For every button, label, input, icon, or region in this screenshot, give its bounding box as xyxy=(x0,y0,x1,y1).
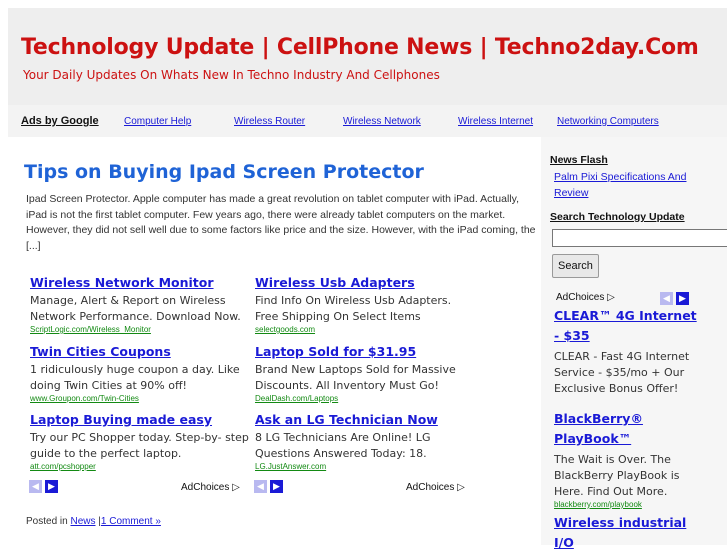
adchoices-link[interactable]: AdChoices ▷ xyxy=(406,482,465,493)
ad-url[interactable]: blackberry.com/playbook xyxy=(554,500,704,509)
news-flash-heading: News Flash xyxy=(550,154,608,166)
posted-in-label: Posted in xyxy=(26,516,68,527)
chevron-right-icon[interactable]: ▶ xyxy=(270,480,283,493)
post-meta: Posted in News |1 Comment » xyxy=(26,516,161,527)
ad-text: Brand New Laptops Sold for Massive Disco… xyxy=(255,363,456,392)
main-content: Tips on Buying Ipad Screen Protector Ipa… xyxy=(8,137,541,545)
ad-title[interactable]: Wireless Usb Adapters xyxy=(255,275,477,290)
ad-link-networking-computers[interactable]: Networking Computers xyxy=(557,116,659,127)
sidebar-ad-unit[interactable]: CLEAR™ 4G Internet - $35 CLEAR - Fast 4G… xyxy=(554,306,704,397)
ad-title[interactable]: Wireless industrial I/O xyxy=(554,513,704,553)
adchoices-link[interactable]: AdChoices ▷ xyxy=(181,482,240,493)
comments-link[interactable]: 1 Comment » xyxy=(101,516,161,527)
ad-unit[interactable]: Laptop Sold for $31.95 Brand New Laptops… xyxy=(255,344,477,403)
site-title[interactable]: Technology Update | CellPhone News | Tec… xyxy=(21,35,699,60)
sidebar: News Flash Palm Pixi Specifications And … xyxy=(541,137,727,550)
ad-url[interactable]: LG.JustAnswer.com xyxy=(255,462,477,471)
chevron-right-icon[interactable]: ▶ xyxy=(45,480,58,493)
ad-links-bar: Ads by Google Computer Help Wireless Rou… xyxy=(8,105,727,137)
ad-unit[interactable]: Ask an LG Technician Now 8 LG Technician… xyxy=(255,412,477,471)
ad-url[interactable]: att.com/pcshopper xyxy=(30,462,252,471)
news-flash-link[interactable]: Palm Pixi Specifications And Review xyxy=(554,169,714,201)
ad-unit[interactable]: Twin Cities Coupons 1 ridiculously huge … xyxy=(30,344,252,403)
post-excerpt: Ipad Screen Protector. Apple computer ha… xyxy=(26,193,536,252)
ad-text: The Wait is Over. The BlackBerry PlayBoo… xyxy=(554,453,680,498)
ad-link-wireless-internet[interactable]: Wireless Internet xyxy=(458,116,533,127)
ad-unit[interactable]: Wireless Network Monitor Manage, Alert &… xyxy=(30,275,252,334)
ad-url[interactable]: www.Groupon.com/Twin-Cities xyxy=(30,394,252,403)
chevron-left-icon[interactable]: ◀ xyxy=(254,480,267,493)
ad-text: 1 ridiculously huge coupon a day. Like d… xyxy=(30,363,240,392)
search-button[interactable]: Search xyxy=(552,254,599,278)
ad-url[interactable]: DealDash.com/Laptops xyxy=(255,394,477,403)
ad-title[interactable]: Twin Cities Coupons xyxy=(30,344,252,359)
search-input[interactable] xyxy=(552,229,727,247)
ad-text: 8 LG Technicians Are Online! LG Question… xyxy=(255,431,431,460)
ad-title[interactable]: BlackBerry® PlayBook™ xyxy=(554,409,704,449)
ad-unit[interactable]: Laptop Buying made easy Try our PC Shopp… xyxy=(30,412,252,471)
ad-text: CLEAR - Fast 4G Internet Service - $35/m… xyxy=(554,350,690,395)
ad-url[interactable]: selectgoods.com xyxy=(255,325,477,334)
chevron-left-icon[interactable]: ◀ xyxy=(660,292,673,305)
ad-nav: ◀ ▶ xyxy=(660,292,689,305)
ad-text: Find Info On Wireless Usb Adapters. Free… xyxy=(255,294,452,323)
category-link[interactable]: News xyxy=(70,516,95,527)
search-heading: Search Technology Update xyxy=(550,211,685,223)
sidebar-ad-unit[interactable]: BlackBerry® PlayBook™ The Wait is Over. … xyxy=(554,409,704,509)
ad-link-wireless-router[interactable]: Wireless Router xyxy=(234,116,305,127)
ads-by-google-label[interactable]: Ads by Google xyxy=(21,115,99,127)
ad-title[interactable]: Ask an LG Technician Now xyxy=(255,412,477,427)
ad-title[interactable]: Wireless Network Monitor xyxy=(30,275,252,290)
ad-unit[interactable]: Wireless Usb Adapters Find Info On Wirel… xyxy=(255,275,477,334)
ad-nav: ◀ ▶ xyxy=(29,480,58,493)
sidebar-ad-unit[interactable]: Wireless industrial I/O xyxy=(554,513,704,553)
ad-link-computer-help[interactable]: Computer Help xyxy=(124,116,191,127)
ad-nav: ◀ ▶ xyxy=(254,480,283,493)
site-tagline: Your Daily Updates On Whats New In Techn… xyxy=(23,68,440,82)
chevron-left-icon[interactable]: ◀ xyxy=(29,480,42,493)
post-title[interactable]: Tips on Buying Ipad Screen Protector xyxy=(24,161,424,183)
adchoices-link[interactable]: AdChoices ▷ xyxy=(556,292,615,303)
site-header: Technology Update | CellPhone News | Tec… xyxy=(8,8,727,105)
chevron-right-icon[interactable]: ▶ xyxy=(676,292,689,305)
ad-text: Manage, Alert & Report on Wireless Netwo… xyxy=(30,294,241,323)
ad-title[interactable]: Laptop Sold for $31.95 xyxy=(255,344,477,359)
ad-title[interactable]: Laptop Buying made easy xyxy=(30,412,252,427)
ad-title[interactable]: CLEAR™ 4G Internet - $35 xyxy=(554,306,704,346)
ad-link-wireless-network[interactable]: Wireless Network xyxy=(343,116,421,127)
ad-url[interactable]: ScriptLogic.com/Wireless_Monitor xyxy=(30,325,252,334)
ad-text: Try our PC Shopper today. Step-by- step … xyxy=(30,431,249,460)
